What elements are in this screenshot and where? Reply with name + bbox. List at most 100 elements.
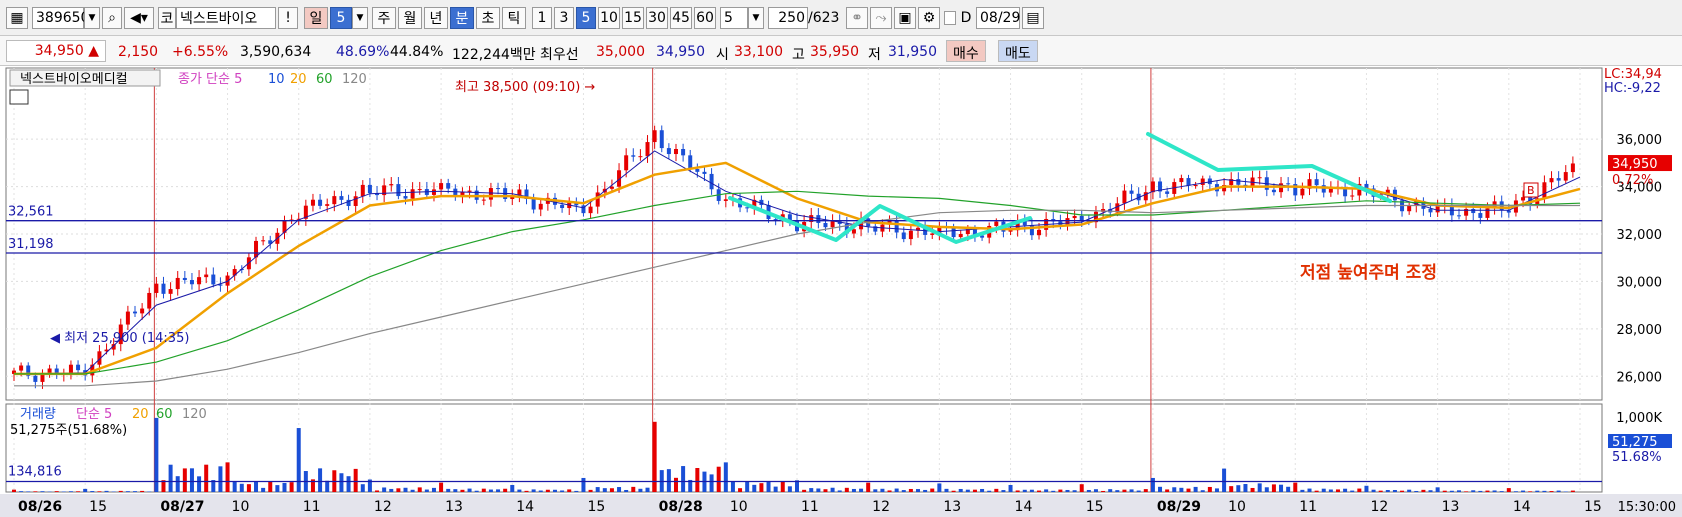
period-week-button[interactable]: 주 — [372, 7, 396, 29]
candle-body — [204, 274, 209, 278]
candle-body — [1542, 182, 1547, 199]
volume-bar — [140, 490, 145, 492]
x-tick-label: 15 — [89, 499, 107, 515]
volume-bar — [1129, 489, 1134, 492]
volume-bar — [225, 462, 230, 492]
volume-bar — [275, 485, 280, 492]
level-label-1: 32,561 — [8, 205, 54, 220]
best-ask: 35,000 — [596, 44, 645, 60]
volume-bar — [901, 490, 906, 492]
volume-bar — [830, 487, 835, 492]
volume-bar — [745, 481, 750, 492]
link-icon[interactable]: ⚭ — [846, 7, 868, 29]
volume-bar — [923, 489, 928, 492]
interval-5[interactable]: 5 — [576, 7, 596, 29]
x-tick-label: 15 — [1086, 499, 1104, 515]
pattern-icon[interactable]: ⤳ — [870, 7, 892, 29]
volume-bar — [97, 491, 102, 492]
candle-body — [951, 228, 956, 238]
volume-bar — [1044, 489, 1049, 492]
count-dropdown[interactable]: ▼ — [748, 7, 764, 29]
volume-bar — [1172, 487, 1177, 492]
gear-icon[interactable]: ⚙ — [918, 7, 940, 29]
volume-bar — [1371, 489, 1376, 492]
interval-10[interactable]: 10 — [598, 7, 620, 29]
period-day-num[interactable]: 5 — [330, 7, 352, 29]
alert-button[interactable]: ! — [278, 7, 298, 29]
volume-bar — [389, 488, 394, 492]
search-icon[interactable]: ⌕ — [102, 7, 122, 29]
trade-amount: 122,244백만 — [452, 47, 536, 63]
volume-bar — [296, 428, 301, 492]
candle-body — [310, 199, 315, 206]
volume-bar — [602, 488, 607, 492]
candle-body — [182, 277, 187, 281]
volume-bar — [1236, 485, 1241, 492]
buy-button[interactable]: 매수 — [946, 40, 986, 62]
volume-bar — [987, 490, 992, 492]
candle-body — [197, 277, 202, 285]
x-tick-label: 14 — [1513, 499, 1531, 515]
volume-bar — [417, 487, 422, 492]
candle-body — [360, 184, 365, 197]
menu-icon[interactable]: ▦ — [6, 7, 28, 29]
candle-body — [1236, 179, 1241, 185]
x-tick-label: 08/28 — [659, 499, 703, 515]
code-dropdown-button[interactable]: ▼ — [84, 7, 100, 29]
y-tick-label: 32,000 — [1617, 228, 1663, 243]
stock-code-input[interactable]: 389650 — [32, 7, 89, 29]
volume-bar — [239, 483, 244, 492]
interval-3[interactable]: 3 — [554, 7, 574, 29]
period-year-button[interactable]: 년 — [424, 7, 448, 29]
volume-bar — [545, 489, 550, 492]
volume-bar — [894, 488, 899, 492]
interval-45[interactable]: 45 — [670, 7, 692, 29]
interval-15[interactable]: 15 — [622, 7, 644, 29]
bars-shown-input[interactable]: 250 — [768, 7, 808, 29]
date-checkbox[interactable] — [944, 11, 956, 25]
volume-bar — [1478, 490, 1483, 492]
volume-bar — [994, 488, 999, 492]
candle-body — [638, 156, 643, 158]
volume-bar — [19, 491, 24, 492]
period-month-button[interactable]: 월 — [398, 7, 422, 29]
period-minute-button[interactable]: 분 — [450, 7, 474, 29]
best-bid: 34,950 — [656, 44, 705, 60]
open-price: 33,100 — [734, 44, 783, 60]
period-tick-button[interactable]: 틱 — [502, 7, 526, 29]
interval-30[interactable]: 30 — [646, 7, 668, 29]
interval-1[interactable]: 1 — [532, 7, 552, 29]
stock-chart[interactable]: 26,00028,00030,00032,00034,00036,0001,00… — [0, 66, 1682, 517]
chevron-down-icon: ▼ — [88, 13, 96, 23]
x-axis-strip — [0, 494, 1682, 517]
sell-button[interactable]: 매도 — [998, 40, 1038, 62]
speaker-icon[interactable]: ◀▾ — [124, 7, 154, 29]
volume-bar — [873, 489, 878, 492]
candle-body — [439, 183, 444, 190]
volume-level-label: 134,816 — [8, 464, 62, 479]
period-day-button[interactable]: 일 — [304, 7, 328, 29]
chart-area[interactable]: 26,000 28,000 30,000 32,000 34,000 36,000 1,00… — [0, 66, 1682, 517]
x-tick-label: 11 — [801, 499, 819, 515]
candle-body — [588, 206, 593, 214]
period-dropdown[interactable]: ▼ — [352, 7, 368, 29]
candle-body — [1165, 191, 1170, 194]
save-icon[interactable]: ▣ — [894, 7, 916, 29]
candle-body — [161, 283, 166, 294]
legend-ma120: 120 — [342, 72, 367, 87]
x-tick-label: 15 — [1584, 499, 1602, 515]
calendar-icon[interactable]: ▤ — [1022, 7, 1044, 29]
x-tick-label: 11 — [303, 499, 321, 515]
count-select[interactable]: 5 — [720, 7, 748, 29]
candle-body — [1072, 215, 1077, 219]
date-input[interactable]: 08/29 — [976, 7, 1020, 29]
volume-bar — [460, 489, 465, 492]
volume-bar — [844, 487, 849, 492]
hc-label: HC:-9,22 — [1604, 81, 1661, 96]
candle-body — [396, 184, 401, 197]
stock-name-field[interactable]: 넥스트바이오 — [176, 7, 276, 29]
interval-60[interactable]: 60 — [694, 7, 716, 29]
ratio-1: 48.69% — [336, 44, 390, 60]
period-second-button[interactable]: 초 — [476, 7, 500, 29]
volume-bar — [496, 489, 501, 492]
